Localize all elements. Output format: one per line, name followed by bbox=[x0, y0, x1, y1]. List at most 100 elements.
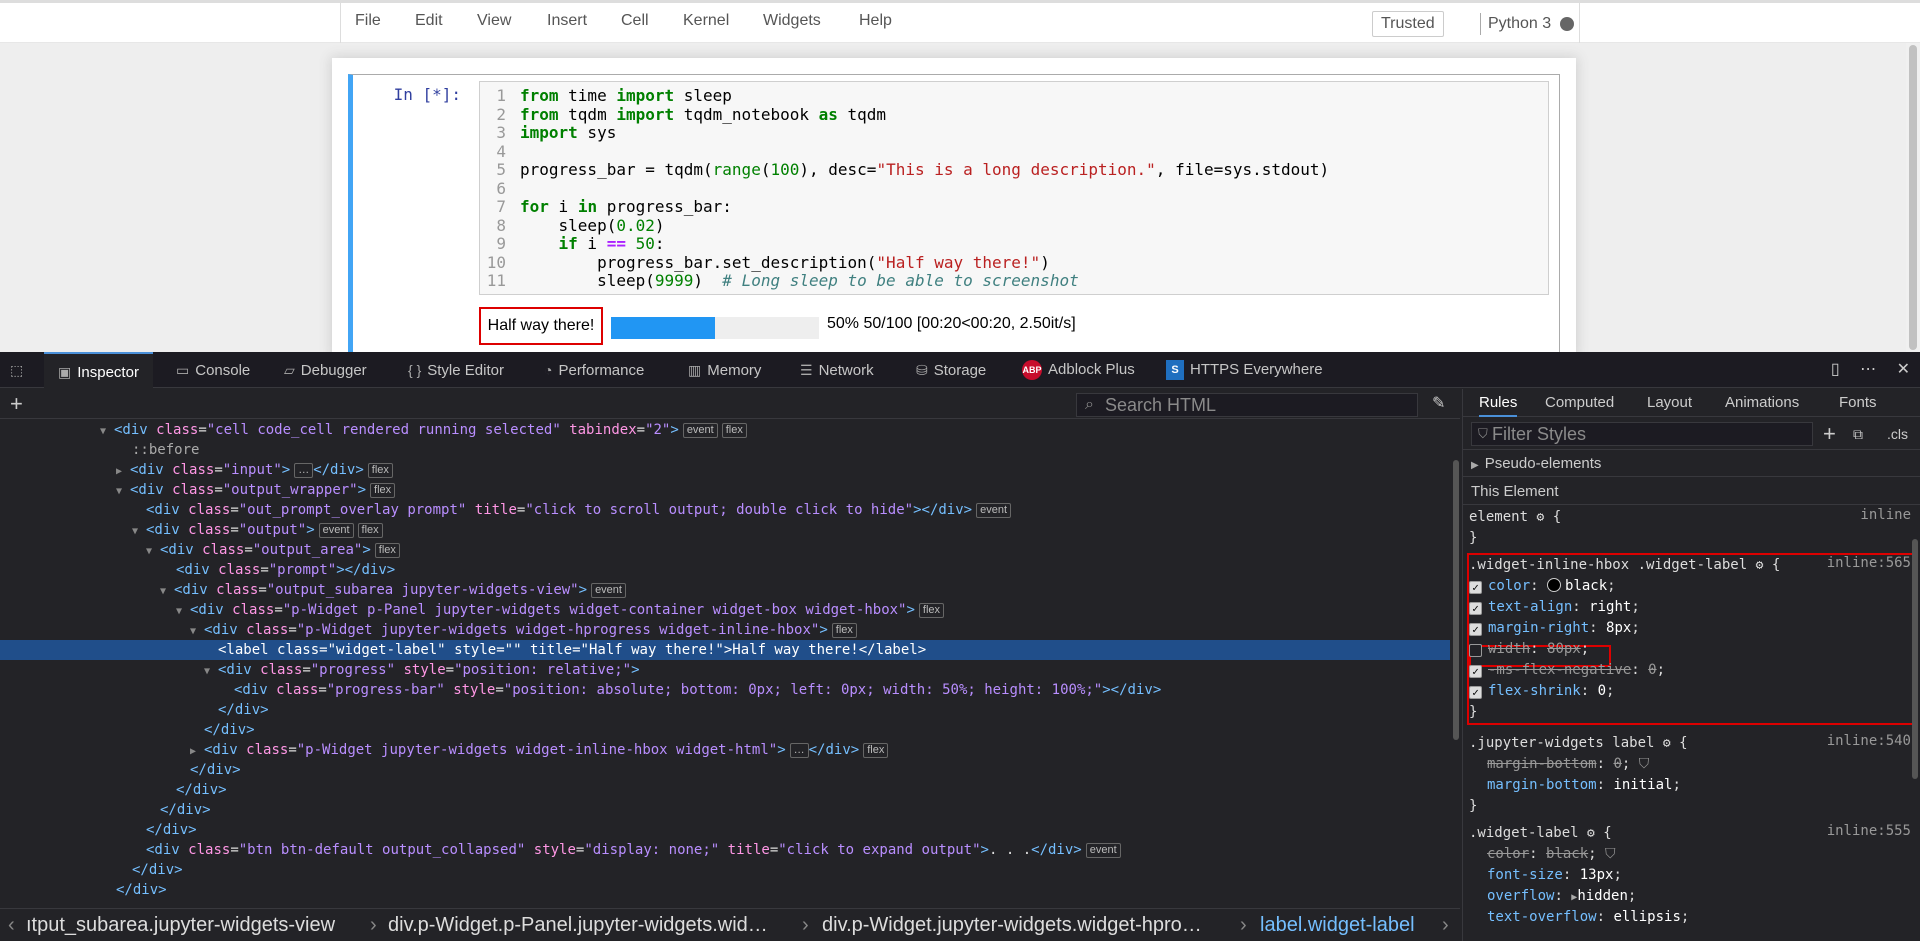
menu-edit[interactable]: Edit bbox=[415, 12, 443, 30]
menu-widgets[interactable]: Widgets bbox=[763, 12, 821, 30]
markup-line-selected[interactable]: <label class="widget-label" style="" tit… bbox=[0, 640, 1450, 660]
breadcrumb-left-arrow[interactable]: ‹ bbox=[8, 914, 15, 937]
cls-button[interactable]: .cls bbox=[1887, 426, 1908, 442]
tab-adblock-plus[interactable]: ABP Adblock Plus bbox=[1022, 352, 1135, 388]
markup-line[interactable]: </div> bbox=[132, 860, 183, 880]
markup-line[interactable]: ▼ <div class="output"> event flex bbox=[132, 520, 383, 540]
menu-view[interactable]: View bbox=[477, 12, 511, 30]
breadcrumb-item[interactable]: div.p-Widget.p-Panel.jupyter-widgets.wid… bbox=[388, 914, 768, 937]
pseudo-elements-label: Pseudo-elements bbox=[1484, 455, 1602, 472]
property-checkbox[interactable]: ✓ bbox=[1469, 581, 1482, 594]
dock-icon[interactable]: ▯ bbox=[1831, 361, 1840, 378]
gear-icon[interactable]: ⚙ bbox=[1587, 826, 1595, 841]
property-checkbox[interactable]: ✓ bbox=[1469, 665, 1482, 678]
markup-line[interactable]: ▶ <div class="p-Widget jupyter-widgets wi… bbox=[190, 740, 889, 760]
code-editor[interactable]: 1 2 3 4 5 6 7 8 9 10 11 from time import… bbox=[479, 81, 1549, 295]
code-line: sleep(9999) # Long sleep to be able to s… bbox=[520, 271, 1079, 290]
tab-style-editor[interactable]: { } Style Editor bbox=[408, 352, 504, 388]
tab-debugger[interactable]: ▱ Debugger bbox=[284, 352, 367, 388]
markup-line[interactable]: </div> bbox=[176, 780, 227, 800]
markup-line[interactable]: <div class="out_prompt_overlay prompt" t… bbox=[146, 500, 1012, 520]
markup-line[interactable]: </div> bbox=[218, 700, 269, 720]
menubar: File Edit View Insert Cell Kernel Widget… bbox=[0, 0, 1920, 43]
markup-line[interactable]: <div class="prompt"></div> bbox=[176, 560, 395, 580]
breadcrumb-item[interactable]: div.p-Widget.jupyter-widgets.widget-hpro… bbox=[822, 914, 1202, 937]
filter-styles-input[interactable]: ⛉ Filter Styles bbox=[1471, 422, 1813, 446]
markup-line[interactable]: ▼ <div class="output_wrapper"> flex bbox=[116, 480, 396, 500]
filter-icon[interactable]: ⛉ bbox=[1639, 756, 1650, 772]
line-number: 7 bbox=[496, 197, 506, 216]
rules-scrollbar[interactable] bbox=[1911, 479, 1919, 939]
menu-help[interactable]: Help bbox=[859, 12, 892, 30]
markup-line[interactable]: ▶ <div class="input">… </div> flex bbox=[116, 460, 393, 480]
tab-performance[interactable]: ◔ Performance bbox=[544, 352, 644, 388]
rule-source[interactable]: inline:540 bbox=[1827, 733, 1911, 749]
tab-console[interactable]: ▭ Console bbox=[176, 352, 250, 388]
widget-label: Half way there! bbox=[479, 307, 603, 345]
gear-icon[interactable]: ⚙ bbox=[1536, 510, 1544, 525]
line-number: 8 bbox=[496, 215, 506, 235]
property-checkbox-unchecked[interactable]: ✓ bbox=[1469, 644, 1482, 657]
rule-source[interactable]: inline bbox=[1860, 507, 1911, 523]
rule-source[interactable]: inline:565 bbox=[1827, 555, 1911, 571]
color-swatch[interactable] bbox=[1547, 578, 1562, 592]
breadcrumb-item-active[interactable]: label.widget-label bbox=[1260, 914, 1415, 937]
markup-line[interactable]: ▼ <div class="output_area"> flex bbox=[146, 540, 400, 560]
markup-line[interactable]: </div> bbox=[160, 800, 211, 820]
markup-line[interactable]: ::before bbox=[132, 440, 199, 460]
tab-rules[interactable]: Rules bbox=[1479, 389, 1518, 417]
tab-inspector[interactable]: ▣ Inspector bbox=[44, 352, 153, 388]
markup-line[interactable]: ▼ <div class="p-Widget p-Panel jupyter-wi… bbox=[176, 600, 945, 620]
gear-icon[interactable]: ⚙ bbox=[1663, 736, 1671, 751]
markup-line[interactable]: </div> bbox=[204, 720, 255, 740]
menu-kernel[interactable]: Kernel bbox=[683, 12, 729, 30]
markup-line[interactable]: <div class="progress-bar" style="positio… bbox=[234, 680, 1161, 700]
jupyter-widgets-label-rule: .jupyter-widgets label ⚙ { inline:540 ma… bbox=[1469, 733, 1911, 814]
print-simulation-icon[interactable]: ⧉ bbox=[1853, 426, 1863, 443]
menu-insert[interactable]: Insert bbox=[547, 12, 587, 30]
tab-layout[interactable]: Layout bbox=[1647, 389, 1692, 417]
add-node-icon[interactable]: + bbox=[10, 391, 23, 417]
property-checkbox[interactable]: ✓ bbox=[1469, 623, 1482, 636]
markup-line[interactable]: <div class="btn btn-default output_colla… bbox=[146, 840, 1121, 860]
markup-line[interactable]: ▼ <div class="progress" style="position: … bbox=[204, 660, 640, 680]
markup-line[interactable]: ▼ <div class="p-Widget jupyter-widgets wi… bbox=[190, 620, 857, 640]
tab-fonts[interactable]: Fonts bbox=[1839, 389, 1877, 417]
markup-line[interactable]: </div> bbox=[116, 880, 167, 900]
filter-icon: ⛉ bbox=[1478, 426, 1488, 441]
markup-scrollbar[interactable] bbox=[1452, 420, 1460, 916]
filter-icon[interactable]: ⛉ bbox=[1605, 846, 1616, 862]
search-html-input[interactable]: ⌕ Search HTML bbox=[1076, 393, 1418, 417]
gear-icon[interactable]: ⚙ bbox=[1756, 558, 1764, 573]
tab-network[interactable]: ☰ Network bbox=[800, 352, 874, 388]
line-number: 4 bbox=[496, 141, 506, 161]
breadcrumb-item[interactable]: ıtput_subarea.jupyter-widgets-view bbox=[26, 914, 335, 937]
close-icon[interactable]: ✕ bbox=[1897, 361, 1910, 378]
rule-source[interactable]: inline:555 bbox=[1827, 823, 1911, 839]
markup-line[interactable]: </div> bbox=[146, 820, 197, 840]
line-number: 9 bbox=[496, 234, 506, 253]
trusted-button[interactable]: Trusted bbox=[1372, 11, 1444, 37]
rules-sidebar: Rules Computed Layout Animations Fonts ⛉… bbox=[1462, 389, 1920, 941]
eyedropper-icon[interactable]: ✎ bbox=[1432, 393, 1445, 413]
tab-memory[interactable]: ▥ Memory bbox=[688, 352, 761, 388]
markup-line[interactable]: ▼ <div class="output_subarea jupyter-widg… bbox=[160, 580, 626, 600]
markup-line[interactable]: </div> bbox=[190, 760, 241, 780]
add-rule-icon[interactable]: + bbox=[1823, 421, 1836, 447]
line-number: 11 bbox=[486, 271, 506, 290]
menu-cell[interactable]: Cell bbox=[621, 12, 649, 30]
tab-animations[interactable]: Animations bbox=[1725, 389, 1799, 417]
menu-file[interactable]: File bbox=[355, 12, 381, 30]
markup-line[interactable]: ▼ <div class="cell code_cell rendered run… bbox=[100, 420, 747, 440]
notebook-scrollbar[interactable] bbox=[1906, 43, 1920, 352]
code-cell[interactable]: In [*]: 1 2 3 4 5 6 7 8 9 10 11 from tim… bbox=[348, 74, 1560, 352]
element-picker-icon[interactable]: ⬚ bbox=[10, 352, 29, 388]
tab-storage[interactable]: ⛁ Storage bbox=[916, 352, 986, 388]
tab-computed[interactable]: Computed bbox=[1545, 389, 1614, 417]
property-checkbox[interactable]: ✓ bbox=[1469, 686, 1482, 699]
tab-https-everywhere[interactable]: S HTTPS Everywhere bbox=[1166, 352, 1323, 388]
more-icon[interactable]: ⋯ bbox=[1860, 361, 1876, 378]
breadcrumb-right-arrow[interactable]: › bbox=[1442, 914, 1449, 937]
property-checkbox[interactable]: ✓ bbox=[1469, 602, 1482, 615]
markup-view[interactable]: ::before ▼<div class="cell code_cell ren… bbox=[0, 420, 1450, 916]
